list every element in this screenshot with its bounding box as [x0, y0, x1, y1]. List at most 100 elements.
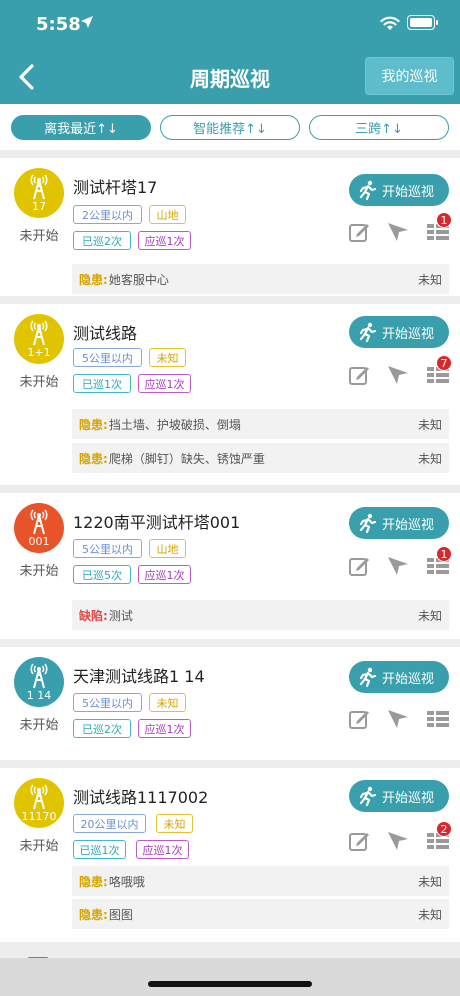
tower-avatar: 001 — [14, 503, 64, 553]
issue-status: 未知 — [417, 451, 442, 466]
tower-avatar: 1 14 — [14, 657, 64, 707]
edit-icon[interactable] — [348, 830, 370, 852]
issue-row[interactable]: 隐患: 挡土墙、护坡破损、倒塌 未知 — [72, 409, 449, 439]
avatar-number: 11170 — [21, 810, 57, 823]
issue-status: 未知 — [417, 874, 442, 889]
avatar-number: 001 — [28, 535, 50, 548]
navigate-arrow-icon[interactable] — [386, 554, 410, 578]
patrol-name: 测试线路1117002 — [73, 788, 209, 807]
issue-type: 隐患: — [79, 417, 108, 432]
edit-icon[interactable] — [348, 221, 370, 243]
tower-avatar: 11170 — [14, 778, 64, 828]
issue-row[interactable]: 缺陷: 测试 未知 — [72, 600, 449, 630]
issue-text: 图图 — [108, 907, 133, 922]
avatar-number: 1+1 — [27, 346, 51, 359]
patrol-state: 未开始 — [19, 839, 59, 854]
filter-bar: 离我最近↑↓ 智能推荐↑↓ 三跨↑↓ — [0, 104, 460, 150]
issue-type: 隐患: — [79, 874, 108, 889]
wifi-icon — [380, 16, 400, 30]
notification-badge: 2 — [436, 821, 452, 837]
distance-tag: 5公里以内 — [73, 348, 142, 367]
start-patrol-label: 开始巡视 — [382, 517, 435, 533]
filter-three-crossing[interactable]: 三跨↑↓ — [309, 115, 449, 140]
done-count-tag: 已巡2次 — [73, 231, 131, 250]
distance-tag: 2公里以内 — [73, 205, 142, 224]
edit-icon[interactable] — [348, 708, 370, 730]
start-patrol-button[interactable]: 开始巡视 — [349, 507, 449, 539]
start-patrol-button[interactable]: 开始巡视 — [349, 316, 449, 348]
patrol-name: 测试杆塔17 — [73, 178, 158, 197]
issue-row[interactable]: 隐患: 爬梯（脚钉）缺失、锈蚀严重 未知 — [72, 443, 449, 473]
tower-avatar: 17 — [14, 168, 64, 218]
issue-row[interactable]: 隐患: 图图 未知 — [72, 899, 449, 929]
start-patrol-label: 开始巡视 — [382, 326, 435, 342]
back-arrow-icon[interactable] — [14, 62, 42, 92]
issue-type: 缺陷: — [79, 608, 108, 623]
patrol-name: 测试线路 — [73, 324, 138, 343]
avatar-number: 17 — [32, 200, 46, 213]
patrol-card[interactable]: 11170 未开始 测试线路1117002 20公里以内 未知 已巡1次 应巡1… — [0, 768, 460, 942]
issue-status: 未知 — [417, 608, 442, 623]
distance-tag: 5公里以内 — [73, 539, 142, 558]
edit-icon[interactable] — [348, 364, 370, 386]
patrol-card[interactable]: 1+1 未开始 测试线路 5公里以内 未知 已巡1次 应巡1次 开始巡视 7 隐… — [0, 304, 460, 485]
battery-icon — [407, 15, 438, 30]
home-indicator[interactable] — [148, 981, 312, 987]
status-time: 5:58 — [36, 14, 81, 35]
start-patrol-button[interactable]: 开始巡视 — [349, 661, 449, 693]
location-arrow-icon — [81, 16, 93, 28]
navigate-arrow-icon[interactable] — [386, 829, 410, 853]
status-bar: 5:58 — [0, 0, 460, 48]
list-detail-icon[interactable] — [427, 709, 449, 729]
terrain-tag: 未知 — [149, 348, 186, 367]
patrol-state: 未开始 — [19, 564, 59, 579]
patrol-card[interactable]: 001 未开始 1220南平测试杆塔001 5公里以内 山地 已巡5次 应巡1次… — [0, 493, 460, 639]
issue-text: 挡土墙、护坡破损、倒塌 — [108, 417, 241, 432]
running-person-icon — [359, 180, 377, 200]
distance-tag: 5公里以内 — [73, 693, 142, 712]
patrol-state: 未开始 — [19, 718, 59, 733]
tower-icon — [30, 509, 48, 535]
navigate-arrow-icon[interactable] — [386, 220, 410, 244]
should-count-tag: 应巡1次 — [138, 374, 191, 393]
issue-status: 未知 — [417, 417, 442, 432]
running-person-icon — [359, 513, 377, 533]
avatar-number: 1 14 — [26, 689, 52, 702]
tower-avatar: 1+1 — [14, 314, 64, 364]
issue-row[interactable]: 隐患: 咯哦哦 未知 — [72, 866, 449, 896]
notification-badge: 1 — [436, 212, 452, 228]
patrol-card[interactable]: 1 14 未开始 天津测试线路1 14 5公里以内 未知 已巡2次 应巡1次 开… — [0, 647, 460, 760]
patrol-card[interactable]: 17 未开始 测试杆塔17 2公里以内 山地 已巡2次 应巡1次 开始巡视 1 … — [0, 158, 460, 296]
distance-tag: 20公里以内 — [73, 814, 146, 833]
start-patrol-label: 开始巡视 — [382, 790, 435, 806]
issue-text: 测试 — [108, 608, 133, 623]
terrain-tag: 未知 — [149, 693, 186, 712]
done-count-tag: 已巡1次 — [73, 374, 131, 393]
running-person-icon — [359, 322, 377, 342]
issue-type: 隐患: — [79, 907, 108, 922]
tower-icon — [30, 174, 48, 200]
filter-nearest[interactable]: 离我最近↑↓ — [11, 115, 151, 140]
filter-smart-recommend[interactable]: 智能推荐↑↓ — [160, 115, 300, 140]
edit-icon[interactable] — [348, 555, 370, 577]
running-person-icon — [359, 786, 377, 806]
issue-row[interactable]: 隐患: 她客服中心 未知 — [72, 264, 449, 294]
patrol-name: 1220南平测试杆塔001 — [73, 513, 241, 532]
issue-text: 爬梯（脚钉）缺失、锈蚀严重 — [108, 451, 265, 466]
tower-icon — [30, 320, 48, 346]
tower-icon — [30, 784, 48, 810]
terrain-tag: 未知 — [156, 814, 193, 833]
notification-badge: 7 — [436, 355, 452, 371]
top-bar: 5:58 周期巡视 我的巡视 — [0, 0, 460, 104]
should-count-tag: 应巡1次 — [138, 719, 191, 738]
nav-bar: 周期巡视 我的巡视 — [0, 48, 460, 104]
navigate-arrow-icon[interactable] — [386, 363, 410, 387]
done-count-tag: 已巡2次 — [73, 719, 131, 738]
navigate-arrow-icon[interactable] — [386, 707, 410, 731]
issue-status: 未知 — [417, 907, 442, 922]
home-bar — [0, 958, 460, 996]
start-patrol-button[interactable]: 开始巡视 — [349, 780, 449, 812]
start-patrol-button[interactable]: 开始巡视 — [349, 174, 449, 206]
start-patrol-label: 开始巡视 — [382, 671, 435, 687]
my-patrol-button[interactable]: 我的巡视 — [365, 57, 454, 95]
